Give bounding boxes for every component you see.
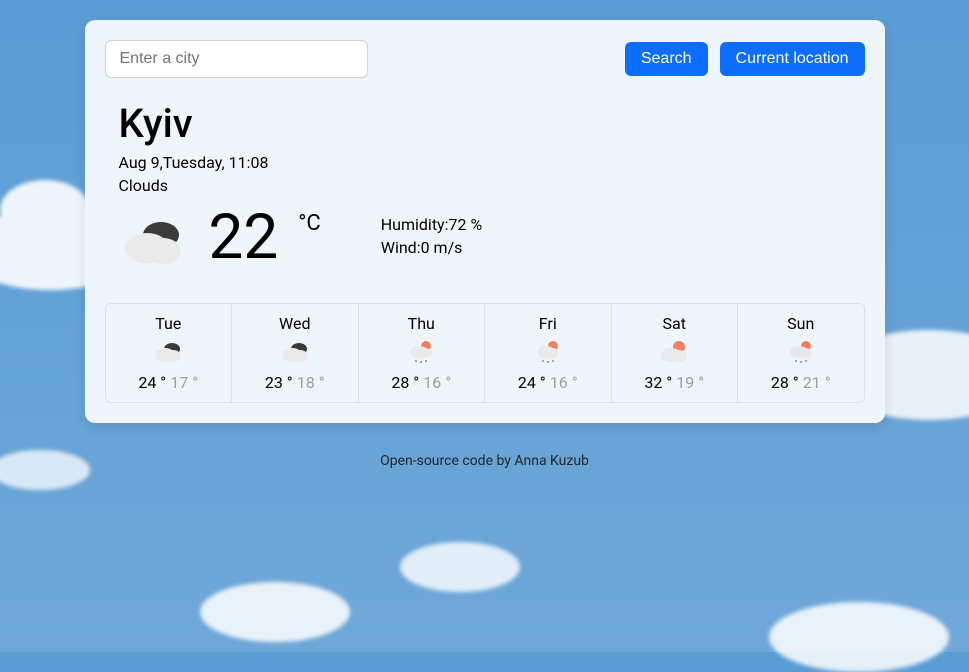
forecast-day: Sun 28 ° 21 ° [737,303,865,403]
forecast-low: 19 ° [676,373,704,392]
sun-cloud-icon [658,339,690,365]
search-row: Search Current location [105,40,865,78]
forecast-day: Fri 24 ° 16 ° [484,303,612,403]
temperature-unit[interactable]: °C [298,211,321,236]
forecast-day: Sat 32 ° 19 ° [611,303,739,403]
forecast-row: Tue 24 ° 17 ° Wed 23 ° 18 ° Thu 28 ° 16 … [105,303,865,403]
forecast-day-name: Wed [238,314,352,333]
wind-line: Wind:0 m/s [381,238,482,257]
search-button[interactable]: Search [625,42,708,76]
wind-label: Wind: [381,238,421,257]
date-time: Aug 9,Tuesday, 11:08 [119,153,865,172]
humidity-value: 72 % [449,215,483,234]
forecast-temps: 24 ° 16 ° [491,373,605,392]
sun-rain-icon [785,339,817,365]
forecast-high: 24 ° [518,373,546,392]
forecast-temps: 24 ° 17 ° [112,373,226,392]
forecast-low: 18 ° [297,373,325,392]
forecast-low: 16 ° [423,373,451,392]
forecast-day-name: Thu [365,314,479,333]
forecast-temps: 28 ° 16 ° [365,373,479,392]
clouds-icon [152,339,184,365]
forecast-high: 28 ° [391,373,419,392]
forecast-day-name: Tue [112,314,226,333]
city-search-input[interactable] [105,40,368,78]
source-code-link[interactable]: Open-source code by Anna Kuzub [380,453,589,469]
footer-credit: Open-source code by Anna Kuzub [0,453,969,469]
forecast-high: 32 ° [644,373,672,392]
sun-rain-icon [405,339,437,365]
humidity-line: Humidity:72 % [381,215,482,234]
city-name: Kyiv [119,100,865,147]
forecast-high: 24 ° [138,373,166,392]
forecast-day-name: Sun [744,314,858,333]
forecast-temps: 28 ° 21 ° [744,373,858,392]
forecast-day-name: Fri [491,314,605,333]
forecast-day: Thu 28 ° 16 ° [358,303,486,403]
forecast-low: 16 ° [550,373,578,392]
clouds-icon [279,339,311,365]
wind-value: 0 m/s [421,238,463,257]
weather-condition: Clouds [119,176,865,195]
forecast-low: 17 ° [170,373,198,392]
forecast-high: 23 ° [265,373,293,392]
forecast-day-name: Sat [618,314,732,333]
current-weather-row: 22 °C Humidity:72 % Wind:0 m/s [119,203,865,273]
forecast-high: 28 ° [771,373,799,392]
weather-details: Humidity:72 % Wind:0 m/s [381,215,482,261]
forecast-day: Wed 23 ° 18 ° [231,303,359,403]
forecast-temps: 32 ° 19 ° [618,373,732,392]
sun-rain-icon [532,339,564,365]
current-location-button[interactable]: Current location [720,42,865,76]
forecast-day: Tue 24 ° 17 ° [105,303,233,403]
humidity-label: Humidity: [381,215,449,234]
current-temperature: 22 [209,207,279,269]
forecast-low: 21 ° [803,373,831,392]
clouds-icon [119,203,189,273]
weather-card: Search Current location Kyiv Aug 9,Tuesd… [85,20,885,423]
forecast-temps: 23 ° 18 ° [238,373,352,392]
